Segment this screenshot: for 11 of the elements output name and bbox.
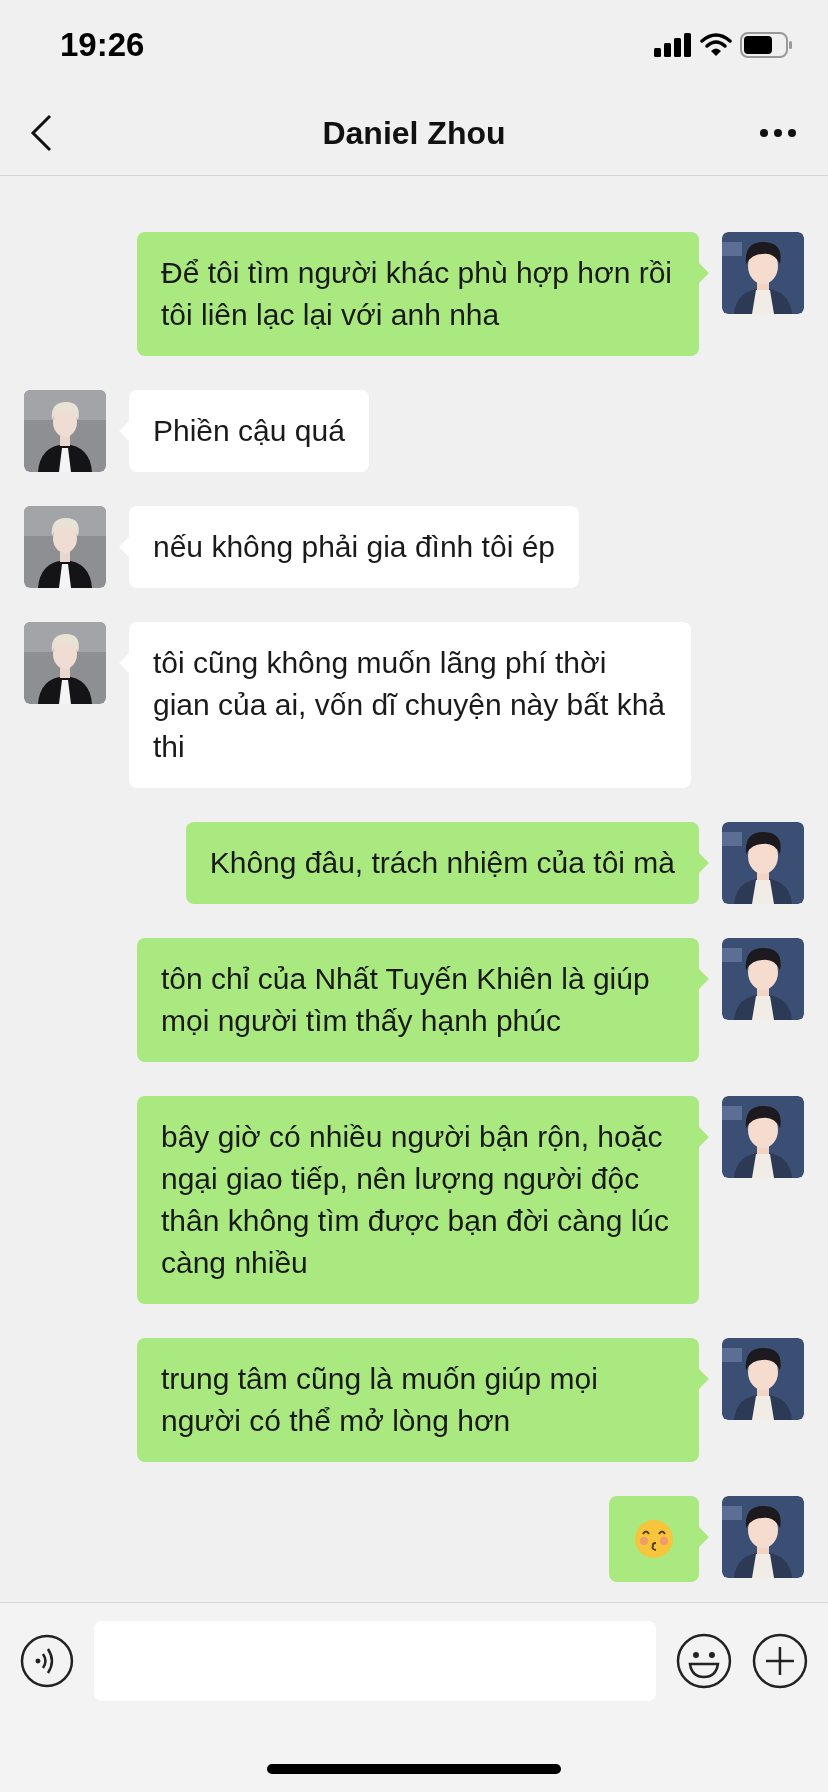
smiley-icon[interactable] bbox=[676, 1633, 733, 1689]
more-icon bbox=[759, 127, 797, 138]
plus-icon[interactable] bbox=[752, 1633, 808, 1689]
chat-title: Daniel Zhou bbox=[322, 113, 506, 153]
status-time: 19:26 bbox=[60, 25, 145, 66]
kissing-face-icon bbox=[634, 1519, 674, 1559]
back-icon bbox=[30, 113, 52, 152]
battery-icon bbox=[740, 32, 792, 58]
voice-icon[interactable] bbox=[20, 1634, 74, 1688]
signal-icon bbox=[654, 33, 692, 57]
wifi-icon bbox=[700, 33, 732, 57]
